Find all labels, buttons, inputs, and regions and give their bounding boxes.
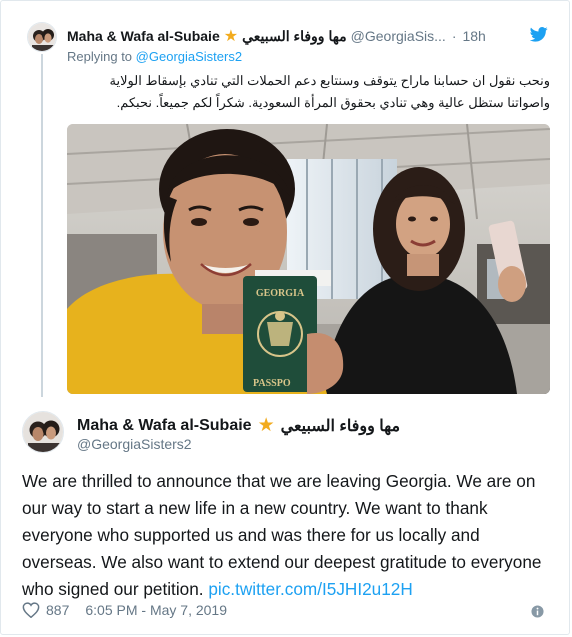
- passport-label: PASSPO: [253, 378, 291, 389]
- verified-star-icon: ★: [257, 415, 275, 436]
- twitter-bird-icon[interactable]: [529, 27, 548, 47]
- display-name-arabic[interactable]: مها ووفاء السبيعي: [281, 416, 401, 436]
- like-count[interactable]: 887: [46, 602, 69, 618]
- main-tweet-header: Maha & Wafa al-Subaie ★ مها ووفاء السبيع…: [77, 414, 400, 437]
- user-handle[interactable]: @GeorgiaSisters2: [77, 436, 192, 452]
- reply-tweet-header: Maha & Wafa al-Subaie ★ مها ووفاء السبيع…: [67, 26, 486, 46]
- display-name[interactable]: Maha & Wafa al-Subaie: [77, 417, 252, 435]
- separator-dot: ·: [451, 28, 457, 44]
- reply-text-line-2: واصواتنا ستظل عالية وهي تنادي بحقوق المر…: [116, 95, 550, 110]
- reply-tweet-text: ونحب نقول ان حسابنا ماراح يتوقف وسنتابع …: [67, 70, 550, 114]
- verified-star-icon: ★: [223, 28, 239, 45]
- display-name-arabic[interactable]: مها ووفاء السبيعي: [242, 28, 347, 45]
- heart-icon[interactable]: [22, 602, 40, 618]
- tweet-photo[interactable]: GEORGIA PASSPO: [67, 124, 550, 394]
- replying-to-link[interactable]: @GeorgiaSisters2: [136, 49, 242, 64]
- user-handle[interactable]: @GeorgiaSis...: [351, 28, 446, 44]
- passport-title: GEORGIA: [256, 288, 305, 299]
- main-tweet-text: We are thrilled to announce that we are …: [22, 468, 557, 603]
- info-icon[interactable]: [531, 605, 544, 623]
- replying-prefix: Replying to: [67, 49, 133, 64]
- pic-link[interactable]: pic.twitter.com/I5JHI2u12H: [208, 579, 412, 599]
- tweet-timestamp[interactable]: 6:05 PM - May 7, 2019: [85, 602, 227, 618]
- reply-text-line-1: ونحب نقول ان حسابنا ماراح يتوقف وسنتابع …: [109, 73, 550, 88]
- reply-tweet: Maha & Wafa al-Subaie ★ مها ووفاء السبيع…: [0, 0, 570, 402]
- avatar[interactable]: [22, 411, 64, 453]
- avatar[interactable]: [27, 22, 57, 52]
- display-name[interactable]: Maha & Wafa al-Subaie: [67, 28, 220, 44]
- replying-to-line: Replying to @GeorgiaSisters2: [67, 49, 242, 64]
- tweet-footer: 887 6:05 PM - May 7, 2019: [22, 602, 227, 618]
- tweet-time[interactable]: 18h: [462, 28, 485, 44]
